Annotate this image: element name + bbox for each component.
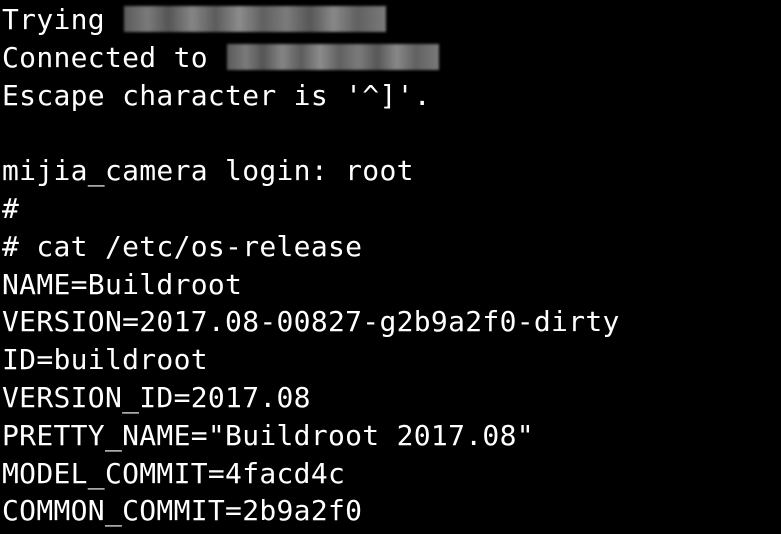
terminal-line-escape: Escape character is '^]'. <box>2 78 431 112</box>
terminal-line-login: mijia_camera login: root <box>2 154 414 188</box>
terminal-line-pretty-name: PRETTY_NAME="Buildroot 2017.08" <box>2 418 534 452</box>
terminal-line-common-commit: COMMON_COMMIT=2b9a2f0 <box>2 494 363 528</box>
terminal-line-model-commit: MODEL_COMMIT=4facd4c <box>2 456 346 490</box>
trying-text: Trying <box>2 3 123 36</box>
terminal-line-name: NAME=Buildroot <box>2 267 243 301</box>
terminal-line-id: ID=buildroot <box>2 343 208 377</box>
terminal-line-prompt: # <box>2 191 20 225</box>
connected-text: Connected to <box>2 40 226 74</box>
terminal-line-trying: Trying <box>2 1 781 39</box>
terminal-window[interactable]: Trying Connected to Escape character is … <box>0 0 781 534</box>
terminal-line-cat-command: # cat /etc/os-release <box>2 229 363 263</box>
terminal-line-version-id: VERSION_ID=2017.08 <box>2 380 311 414</box>
terminal-line-connected: Connected to <box>2 39 781 77</box>
redacted-host-address <box>227 43 440 70</box>
redacted-ip-address <box>124 6 387 32</box>
terminal-line-version: VERSION=2017.08-00827-g2b9a2f0-dirty <box>2 305 620 339</box>
